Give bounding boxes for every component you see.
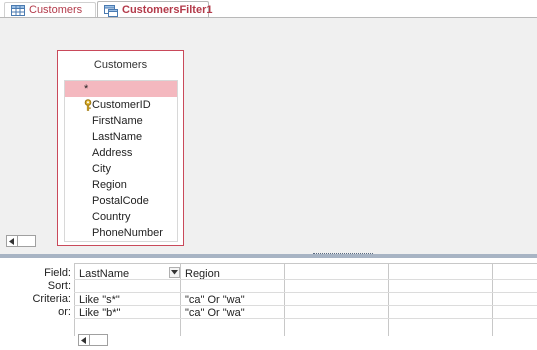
scroll-left-icon[interactable] (78, 334, 90, 346)
scroll-left-icon[interactable] (6, 235, 18, 247)
primary-key-icon (83, 99, 93, 111)
field-item-all[interactable]: * (65, 81, 177, 97)
tab-customersfilter1[interactable]: CustomersFilter1 (97, 1, 213, 18)
table-icon (11, 4, 25, 16)
design-grid: LastName Like "s*" Like "b*" Region "ca"… (74, 263, 537, 336)
query-icon (104, 4, 118, 17)
grid-column-empty[interactable] (492, 264, 537, 336)
row-label-criteria: Criteria: (32, 293, 71, 305)
tab-customers[interactable]: Customers (4, 2, 96, 17)
field-item-firstname[interactable]: FirstName (65, 113, 177, 129)
scroll-thumb[interactable] (18, 235, 36, 247)
grid-horizontal-scrollbar[interactable] (78, 334, 108, 347)
field-item-label: CustomerID (92, 99, 151, 111)
query-design-pane: Customers * CustomerID FirstName LastNam… (0, 18, 537, 254)
field-item-lastname[interactable]: LastName (65, 129, 177, 145)
grid-row-divider (74, 318, 537, 319)
scroll-thumb[interactable] (90, 334, 108, 346)
field-item-address[interactable]: Address (65, 145, 177, 161)
chevron-down-icon[interactable] (169, 267, 180, 278)
grid-column-empty[interactable] (388, 264, 492, 336)
grid-column-lastname[interactable]: LastName Like "s*" Like "b*" (74, 264, 180, 336)
grid-row-divider (74, 305, 537, 306)
table-field-list[interactable]: Customers * CustomerID FirstName LastNam… (57, 50, 184, 246)
field-list-title[interactable]: Customers (58, 59, 183, 71)
upper-horizontal-scrollbar[interactable] (6, 235, 42, 248)
grid-row-divider (74, 279, 537, 280)
field-item-city[interactable]: City (65, 161, 177, 177)
splitter-grip[interactable] (313, 253, 373, 256)
field-item-customerid[interactable]: CustomerID (65, 97, 177, 113)
field-item-phonenumber[interactable]: PhoneNumber (65, 225, 177, 241)
row-label-field: Field: (44, 267, 71, 279)
grid-column-region[interactable]: Region "ca" Or "wa" "ca" Or "wa" (180, 264, 284, 336)
field-list: * CustomerID FirstName LastName Address … (64, 80, 178, 242)
grid-row-divider (74, 292, 537, 293)
grid-column-empty[interactable] (284, 264, 388, 336)
field-item-region[interactable]: Region (65, 177, 177, 193)
tab-customersfilter1-label: CustomersFilter1 (122, 4, 213, 16)
field-item-postalcode[interactable]: PostalCode (65, 193, 177, 209)
document-tab-strip: Customers CustomersFilter1 (0, 0, 537, 18)
row-label-sort: Sort: (47, 280, 71, 292)
tab-customers-label: Customers (29, 4, 83, 16)
row-label-or: or: (58, 306, 71, 318)
field-item-country[interactable]: Country (65, 209, 177, 225)
